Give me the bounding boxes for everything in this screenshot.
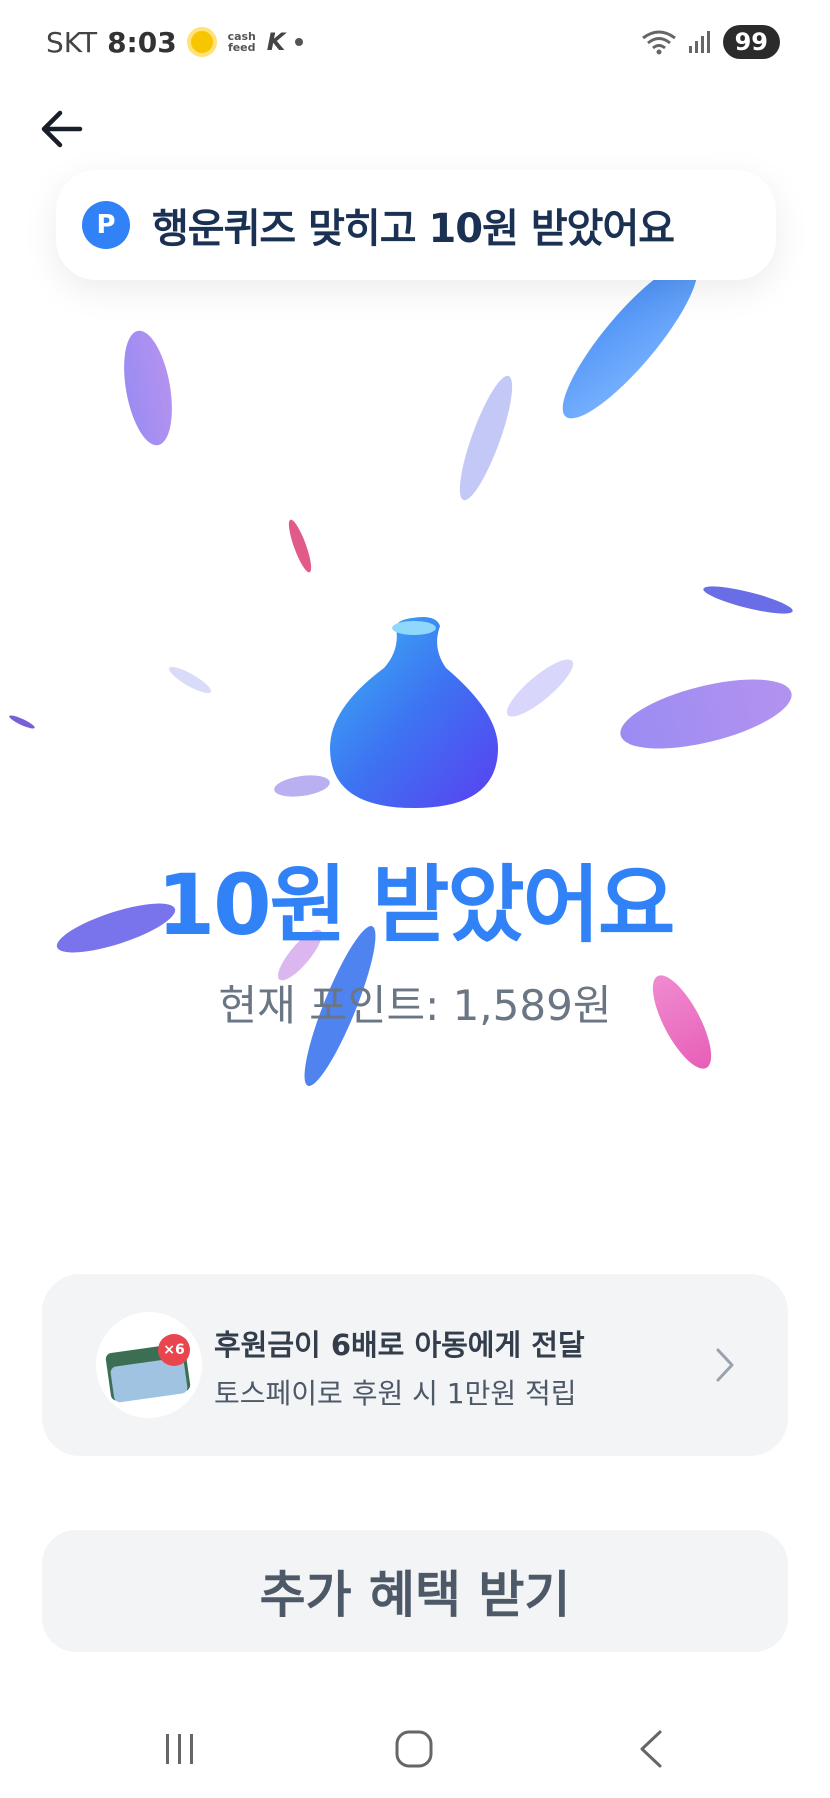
recent-apps-icon [166, 1734, 193, 1764]
clock: 8:03 [107, 25, 177, 59]
dot-icon [295, 38, 304, 46]
confetti-petal [169, 666, 212, 694]
confetti-petal [274, 775, 330, 797]
confetti-petal [459, 375, 513, 501]
nav-back-button[interactable] [620, 1724, 680, 1774]
donation-promo-card[interactable]: ×6 후원금이 6배로 아동에게 전달 토스페이로 후원 시 1만원 적립 [42, 1274, 788, 1456]
confetti-petal [703, 586, 793, 614]
k-app-icon: K [266, 28, 286, 56]
status-bar: SKT 8:03 cash feed K 99 [0, 0, 830, 84]
extra-benefit-button[interactable]: 추가 혜택 받기 [42, 1530, 788, 1652]
wifi-icon [641, 30, 676, 55]
confetti-petal [620, 679, 792, 749]
current-points: 현재 포인트: 1,589원 [218, 981, 612, 1030]
system-nav-bar [0, 1700, 830, 1798]
reward-title: 10원 받았어요 [156, 856, 676, 954]
battery-indicator: 99 [722, 25, 780, 59]
multiplier-badge: ×6 [158, 1334, 190, 1366]
sun-icon [186, 27, 217, 57]
promo-title: 후원금이 6배로 아동에게 전달 [214, 1328, 585, 1362]
confetti-petal [506, 659, 574, 717]
toast-message: 행운퀴즈 맞히고 10원 받았어요 [152, 206, 675, 252]
confetti-petal [9, 715, 35, 729]
point-drop-icon [330, 617, 498, 808]
promo-subtitle: 토스페이로 후원 시 1만원 적립 [214, 1377, 577, 1410]
status-left: SKT 8:03 cash feed K [46, 24, 304, 60]
carrier-label: SKT [46, 25, 98, 59]
recent-apps-button[interactable] [150, 1724, 210, 1774]
arrow-left-icon [41, 110, 83, 148]
back-button[interactable] [36, 102, 90, 156]
cashfeed-icon: cash feed [227, 30, 256, 54]
confetti-petal [288, 519, 312, 573]
home-icon [395, 1730, 433, 1768]
point-badge-icon: P [82, 201, 130, 249]
status-right: 99 [641, 24, 780, 60]
home-button[interactable] [385, 1724, 445, 1774]
confetti-petal [124, 330, 172, 446]
chevron-right-icon [716, 1348, 734, 1382]
signal-icon [688, 31, 710, 53]
promo-thumbnail: ×6 [96, 1312, 202, 1418]
chevron-left-icon [640, 1730, 662, 1768]
reward-toast: P 행운퀴즈 맞히고 10원 받았어요 [56, 170, 776, 280]
